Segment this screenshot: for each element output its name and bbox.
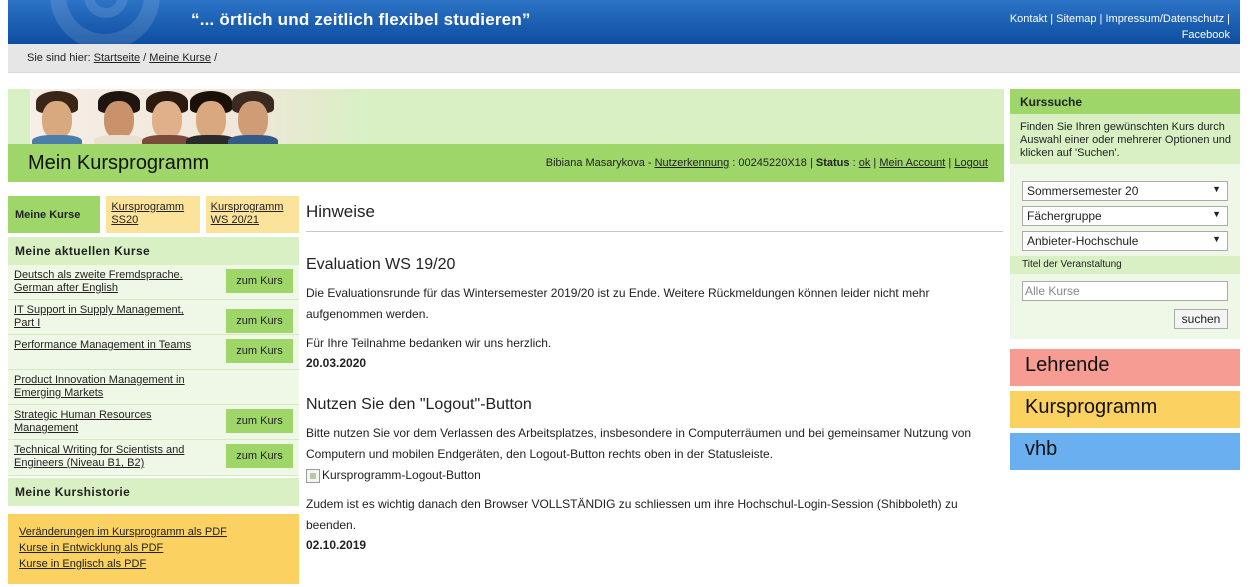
- dropdown-arrow-icon: ▼: [1212, 209, 1221, 219]
- banner: Mein Kursprogramm Bibiana Masarykova - N…: [8, 89, 1004, 182]
- logout-link[interactable]: Logout: [954, 157, 988, 169]
- course-link[interactable]: Product Innovation Management in Emergin…: [14, 374, 185, 399]
- pdf-link-english[interactable]: Kurse in Englisch als PDF: [19, 556, 299, 572]
- dropdown-arrow-icon: ▼: [1212, 184, 1221, 194]
- tab-kursprogramm-ss20[interactable]: Kursprogramm SS20: [106, 196, 200, 233]
- zum-kurs-button[interactable]: zum Kurs: [226, 409, 293, 433]
- note-paragraph: Zudem ist es wichtig danach den Browser …: [306, 497, 958, 532]
- breadcrumb: Sie sind hier: Startseite / Meine Kurse …: [8, 44, 1240, 73]
- zum-kurs-button[interactable]: zum Kurs: [226, 339, 293, 363]
- list-item: Product Innovation Management in Emergin…: [8, 370, 299, 405]
- pdf-link-changes[interactable]: Veränderungen im Kursprogramm als PDF: [19, 524, 299, 540]
- course-search-description: Finden Sie Ihren gewünschten Kurs durch …: [1010, 114, 1240, 164]
- list-item: Performance Management in Teams zum Kurs: [8, 335, 299, 370]
- list-item: IT Support in Supply Management, Part I …: [8, 300, 299, 335]
- subject-group-select[interactable]: Fächergruppe ▼: [1022, 206, 1228, 226]
- title-search-input[interactable]: Alle Kurse: [1022, 281, 1228, 301]
- site-header: “... örtlich und zeitlich flexibel studi…: [8, 0, 1240, 44]
- course-link[interactable]: IT Support in Supply Management, Part I: [14, 304, 184, 329]
- dropdown-arrow-icon: ▼: [1212, 234, 1221, 244]
- right-sidebar: Kurssuche Finden Sie Ihren gewünschten K…: [1010, 89, 1240, 470]
- status-label: Status: [815, 157, 850, 169]
- link-sitemap[interactable]: Sitemap: [1056, 13, 1096, 25]
- page-title-bar: Mein Kursprogramm Bibiana Masarykova - N…: [8, 144, 1004, 182]
- main-title: Hinweise: [306, 196, 1003, 232]
- zum-kurs-button[interactable]: zum Kurs: [226, 269, 293, 293]
- link-facebook[interactable]: Facebook: [1182, 29, 1230, 41]
- user-id-value: : 00245220X18 |: [732, 157, 813, 169]
- list-item: Deutsch als zweite Fremdsprache. German …: [8, 265, 299, 300]
- course-tabs: Meine Kurse Kursprogramm SS20 Kursprogra…: [8, 196, 299, 233]
- provider-select[interactable]: Anbieter-Hochschule ▼: [1022, 231, 1228, 251]
- semester-select[interactable]: Sommersemester 20 ▼: [1022, 181, 1228, 201]
- title-field-label: Titel der Veranstaltung: [1010, 256, 1240, 274]
- user-status-bar: Bibiana Masarykova - Nutzerkennung : 002…: [545, 157, 988, 169]
- note-date: 20.03.2020: [306, 356, 367, 370]
- note-paragraph: Die Evaluationsrunde für das Wintersemes…: [306, 286, 930, 321]
- vhb-button[interactable]: vhb: [1010, 433, 1240, 470]
- course-search-form: Sommersemester 20 ▼ Fächergruppe ▼ Anbie…: [1010, 164, 1240, 339]
- provider-select-value: Anbieter-Hochschule: [1027, 234, 1139, 248]
- student-face-icon: [228, 91, 278, 144]
- student-face-icon: [94, 91, 144, 144]
- note-heading: Nutzen Sie den "Logout"-Button: [306, 396, 532, 413]
- left-sidebar: Meine Kurse Kursprogramm SS20 Kursprogra…: [8, 196, 299, 584]
- zum-kurs-button[interactable]: zum Kurs: [226, 309, 293, 333]
- note-paragraph: Bitte nutzen Sie vor dem Verlassen des A…: [306, 426, 972, 461]
- pdf-link-development[interactable]: Kurse in Entwicklung als PDF: [19, 540, 299, 556]
- students-photo: [30, 89, 370, 144]
- course-link[interactable]: Deutsch als zweite Fremdsprache. German …: [14, 269, 183, 294]
- breadcrumb-meine-kurse[interactable]: Meine Kurse: [149, 52, 211, 64]
- user-id-link[interactable]: Nutzerkennung: [655, 157, 730, 169]
- tab-ws2021-link[interactable]: Kursprogramm WS 20/21: [211, 201, 284, 226]
- logout-button-image: Kursprogramm-Logout-Button: [306, 465, 1003, 486]
- page-title: Mein Kursprogramm: [28, 152, 210, 174]
- lehrende-button[interactable]: Lehrende: [1010, 349, 1240, 386]
- course-link[interactable]: Technical Writing for Scientists and Eng…: [14, 444, 184, 469]
- breadcrumb-startseite[interactable]: Startseite: [94, 52, 140, 64]
- list-item: Strategic Human Resources Management zum…: [8, 405, 299, 440]
- student-face-icon: [142, 91, 192, 144]
- student-face-icon: [186, 91, 236, 144]
- link-kontakt[interactable]: Kontakt: [1010, 13, 1047, 25]
- course-link[interactable]: Strategic Human Resources Management: [14, 409, 152, 434]
- status-separator: :: [852, 157, 856, 169]
- semester-select-value: Sommersemester 20: [1027, 184, 1139, 198]
- main-content: Hinweise Evaluation WS 19/20 Die Evaluat…: [306, 196, 1003, 564]
- note-paragraph: Für Ihre Teilnahme bedanken wir uns herz…: [306, 336, 552, 350]
- course-search-heading: Kurssuche: [1010, 89, 1240, 114]
- list-item: Technical Writing for Scientists and Eng…: [8, 440, 299, 476]
- current-courses-heading: Meine aktuellen Kurse: [8, 237, 299, 265]
- tab-kursprogramm-ws2021[interactable]: Kursprogramm WS 20/21: [205, 196, 299, 233]
- link-impressum[interactable]: Impressum/Datenschutz: [1105, 13, 1224, 25]
- breadcrumb-prefix: Sie sind hier:: [27, 52, 91, 64]
- status-value-link[interactable]: ok: [859, 157, 871, 169]
- current-courses-list: Deutsch als zweite Fremdsprache. German …: [8, 265, 299, 476]
- note-heading: Evaluation WS 19/20: [306, 256, 456, 273]
- history-heading: Meine Kurshistorie: [8, 478, 299, 506]
- subject-group-select-value: Fächergruppe: [1027, 209, 1102, 223]
- kursprogramm-button[interactable]: Kursprogramm: [1010, 391, 1240, 428]
- user-name: Bibiana Masarykova -: [545, 157, 652, 169]
- course-link[interactable]: Performance Management in Teams: [14, 339, 191, 351]
- tab-meine-kurse[interactable]: Meine Kurse: [8, 196, 101, 233]
- tab-ss20-link[interactable]: Kursprogramm SS20: [111, 201, 184, 226]
- top-links: Kontakt | Sitemap | Impressum/Datenschut…: [1009, 13, 1230, 41]
- note-date: 02.10.2019: [306, 538, 367, 552]
- image-alt-text: Kursprogramm-Logout-Button: [322, 468, 481, 482]
- zum-kurs-button[interactable]: zum Kurs: [226, 444, 293, 468]
- header-slogan: “... örtlich und zeitlich flexibel studi…: [191, 10, 531, 29]
- search-button[interactable]: suchen: [1174, 309, 1228, 329]
- broken-image-icon: [306, 468, 320, 483]
- student-face-icon: [32, 91, 82, 144]
- history-pdf-links: Veränderungen im Kursprogramm als PDF Ku…: [8, 514, 299, 584]
- my-account-link[interactable]: Mein Account: [879, 157, 945, 169]
